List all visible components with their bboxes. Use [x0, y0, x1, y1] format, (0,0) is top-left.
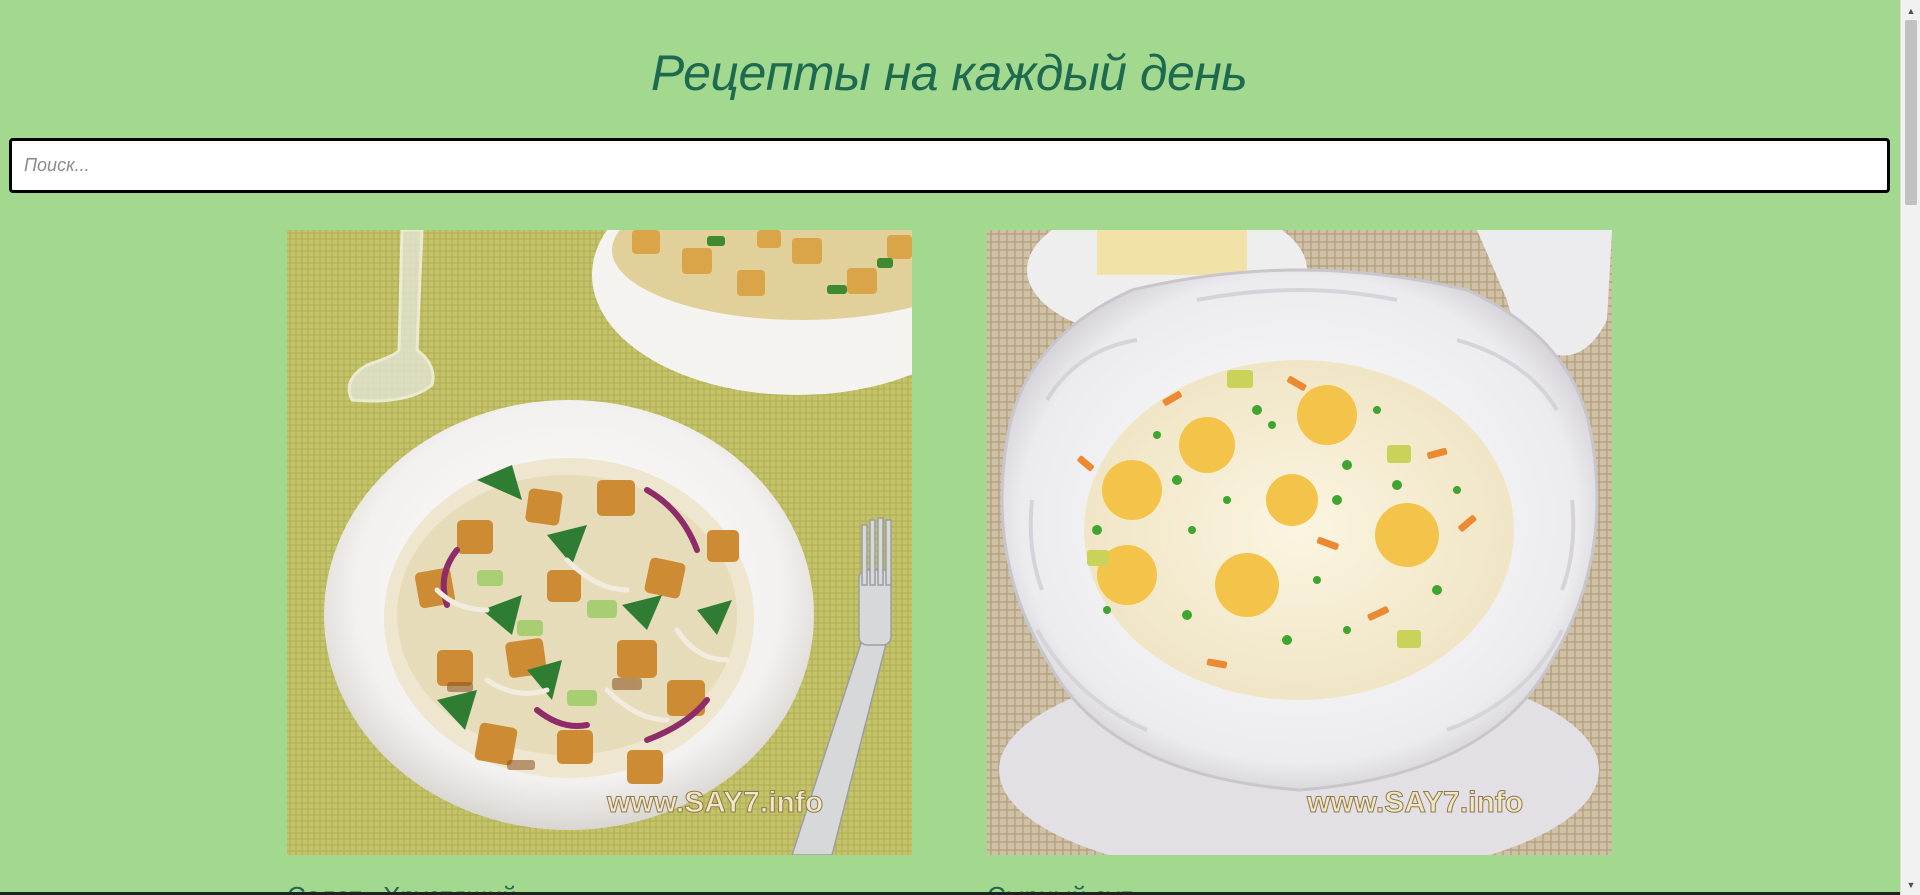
search-input[interactable]	[9, 138, 1890, 193]
watermark-text: www.SAY7.info	[1306, 786, 1523, 819]
recipe-card[interactable]: www.SAY7.info Салат «Хрустящий»	[287, 230, 912, 895]
watermark-text: www.SAY7.info	[606, 786, 823, 819]
recipe-image-soup[interactable]: www.SAY7.info	[987, 230, 1612, 855]
scroll-up-arrow-icon[interactable]: ▲	[1901, 2, 1920, 19]
vertical-scrollbar[interactable]: ▲ ▼	[1900, 0, 1920, 895]
recipe-card[interactable]: www.SAY7.info Сырный суп	[987, 230, 1612, 895]
recipe-image-salad[interactable]: www.SAY7.info	[287, 230, 912, 855]
scroll-down-arrow-icon[interactable]: ▼	[1901, 876, 1920, 893]
site-title: Рецепты на каждый день	[650, 45, 1248, 101]
search-bar	[9, 138, 1890, 193]
scroll-thumb[interactable]	[1905, 20, 1917, 205]
page: Рецепты на каждый день Поиск... www.SAY7…	[0, 0, 1920, 895]
